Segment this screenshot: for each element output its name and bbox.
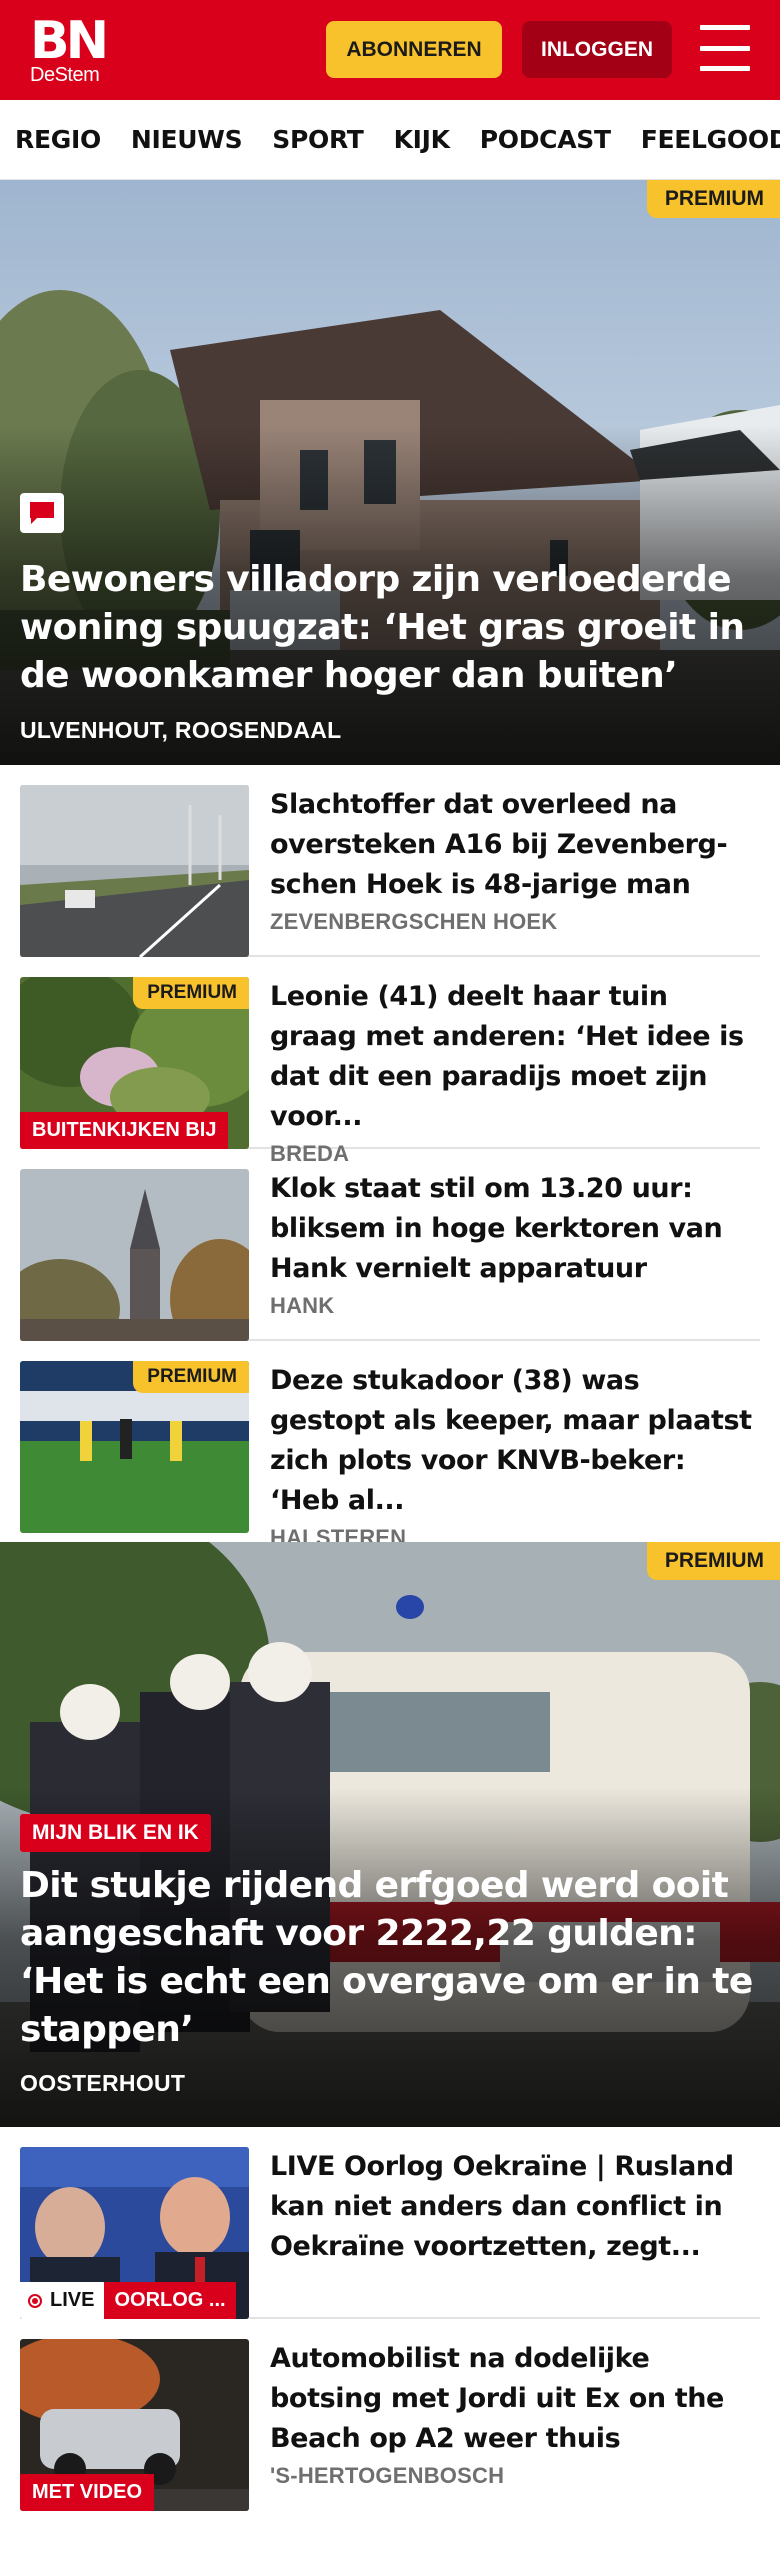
nav-item-kijk[interactable]: KIJK: [394, 125, 450, 154]
premium-badge: PREMIUM: [646, 180, 780, 218]
thumbnail-crash: MET VIDEO: [20, 2339, 249, 2511]
menu-icon[interactable]: [700, 25, 750, 71]
premium-badge: PREMIUM: [133, 977, 249, 1009]
nav-item-sport[interactable]: SPORT: [272, 125, 364, 154]
item-location: BREDA: [270, 1141, 350, 1166]
logo-subtitle: DeStem: [30, 64, 100, 86]
item-headline[interactable]: Leonie (41) deelt haar tuin graag met an…: [270, 977, 760, 1137]
category-tag: MET VIDEO: [20, 2474, 155, 2511]
thumbnail-football: PREMIUM: [20, 1361, 249, 1533]
login-button[interactable]: INLOGGEN: [522, 21, 672, 78]
item-headline[interactable]: Automobilist na dodelijke botsing met Jo…: [270, 2339, 760, 2459]
list-item[interactable]: PREMIUM Deze stukadoor (38) was gestopt …: [20, 1341, 760, 1550]
article-list: LIVE OORLOG ... LIVE Oorlog Oekraïne | R…: [0, 2127, 780, 2511]
list-item[interactable]: Klok staat stil om 13.20 uur: bliksem in…: [20, 1149, 760, 1341]
list-item[interactable]: MET VIDEO Automobilist na dodelijke bots…: [20, 2319, 760, 2511]
thumbnail-politics: LIVE OORLOG ...: [20, 2147, 249, 2319]
hero-location: ULVENHOUT, ROOSENDAAL: [20, 717, 342, 743]
list-item[interactable]: Slachtoffer dat overleed na oversteken A…: [20, 765, 760, 957]
subscribe-button[interactable]: ABONNEREN: [326, 21, 502, 78]
list-item[interactable]: PREMIUM BUITENKIJKEN BIJ Leonie (41) dee…: [20, 957, 760, 1166]
hero-article-erfgoed[interactable]: PREMIUM MIJN BLIK EN IK Dit stukje rijde…: [0, 1542, 780, 2127]
item-headline[interactable]: Slachtoffer dat overleed na oversteken A…: [270, 785, 760, 905]
item-headline[interactable]: LIVE Oorlog Oekraïne | Rusland kan niet …: [270, 2147, 760, 2267]
category-tag: BUITENKIJKEN BIJ: [20, 1112, 229, 1149]
live-label: LIVE: [50, 2289, 95, 2311]
nav-item-feelgood[interactable]: FEELGOOD: [641, 125, 780, 154]
item-location: ZEVENBERGSCHEN HOEK: [270, 909, 558, 934]
nav-item-nieuws[interactable]: NIEUWS: [131, 125, 243, 154]
section-nav: REGIO NIEUWS SPORT KIJK PODCAST FEELGOOD: [0, 100, 780, 180]
nav-item-regio[interactable]: REGIO: [15, 125, 101, 154]
hero-headline[interactable]: Dit stukje rijdend erfgoed werd ooit aan…: [20, 1862, 760, 2054]
category-tag: OORLOG ...: [104, 2282, 236, 2319]
hero-article-villadorp[interactable]: PREMIUM Bewoners villadorp zijn verloede…: [0, 180, 780, 765]
live-badge: LIVE OORLOG ...: [20, 2282, 236, 2319]
thumbnail-church: [20, 1169, 249, 1341]
item-headline[interactable]: Deze stukadoor (38) was gestopt als keep…: [270, 1361, 760, 1521]
hero-headline[interactable]: Bewoners villadorp zijn verloederde woni…: [20, 556, 760, 700]
item-location: HANK: [270, 1293, 335, 1318]
hero-location: OOSTERHOUT: [20, 2070, 186, 2096]
article-list: Slachtoffer dat overleed na oversteken A…: [0, 765, 780, 1550]
list-item[interactable]: LIVE OORLOG ... LIVE Oorlog Oekraïne | R…: [20, 2127, 760, 2319]
item-headline[interactable]: Klok staat stil om 13.20 uur: bliksem in…: [270, 1169, 760, 1289]
thumbnail-road: [20, 785, 249, 957]
nav-item-podcast[interactable]: PODCAST: [480, 125, 611, 154]
thumbnail-garden: PREMIUM BUITENKIJKEN BIJ: [20, 977, 249, 1149]
premium-badge: PREMIUM: [646, 1542, 780, 1580]
premium-badge: PREMIUM: [133, 1361, 249, 1393]
category-label: MIJN BLIK EN IK: [20, 1814, 211, 1852]
item-location: 'S-HERTOGENBOSCH: [270, 2463, 505, 2488]
live-dot-icon: [28, 2293, 42, 2308]
comment-icon: [20, 493, 64, 533]
logo-mark: BN: [30, 11, 109, 71]
site-logo[interactable]: BN DeStem: [30, 11, 109, 86]
site-header: BN DeStem ABONNEREN INLOGGEN: [0, 0, 780, 100]
